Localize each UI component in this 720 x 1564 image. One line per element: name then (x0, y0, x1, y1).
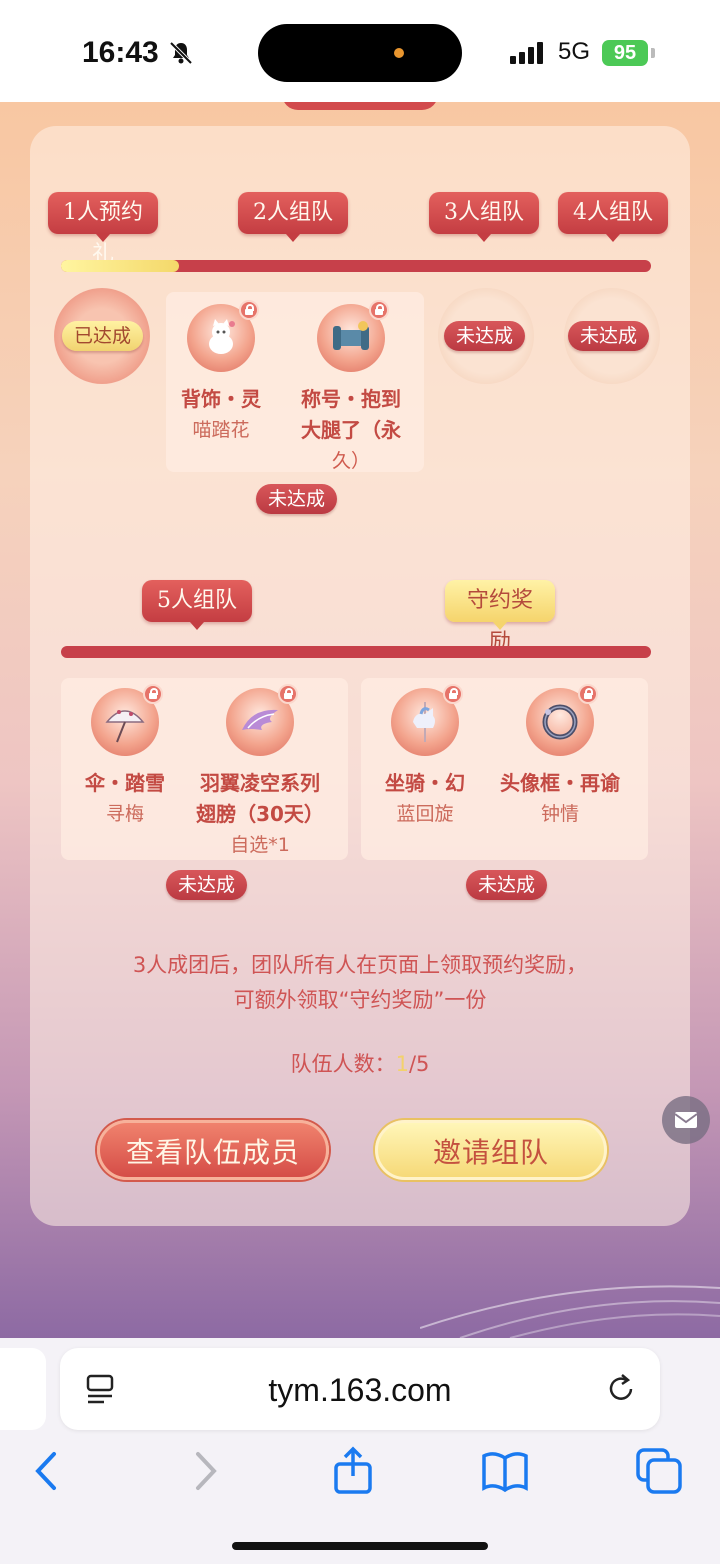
section2-bar (61, 646, 651, 658)
status-badge-5: 未达成 (166, 870, 248, 900)
reward-sub: 寻梅 (105, 803, 144, 825)
status-badge-2: 未达成 (256, 484, 338, 514)
reward-panel-2: 背饰・灵 喵踏花 称号・抱到 大腿了（永 久） (166, 292, 424, 472)
previous-tab[interactable] (0, 1348, 46, 1430)
status-badge-4: 未达成 (568, 321, 650, 351)
info-line-2: 可额外领取“守约奖励”一份 (233, 988, 487, 1012)
team-count-sep: / (408, 1052, 417, 1076)
status-badge-promise: 未达成 (466, 870, 548, 900)
browser-toolbar: tym.163.com (0, 1338, 720, 1564)
lock-icon (443, 684, 463, 704)
lock-icon (143, 684, 163, 704)
top-tab-decoration (282, 102, 438, 110)
lock-icon (278, 684, 298, 704)
team-count-current: 1 (395, 1052, 409, 1076)
reward-name: 坐骑・幻 (385, 771, 465, 795)
carousel-horse-icon (391, 684, 463, 756)
team-count-total: 5 (416, 1052, 430, 1076)
sparkle-decoration-icon (420, 1285, 720, 1338)
status-achieved-badge: 已达成 (62, 321, 144, 351)
medal-3: 未达成 (438, 288, 534, 384)
reward-name: 头像框・再谕 (500, 771, 620, 795)
home-indicator (232, 1542, 488, 1550)
reward-item[interactable]: 头像框・再谕 钟情 (485, 684, 635, 830)
reward-sub: 喵踏花 (192, 419, 250, 441)
status-time: 16:43 (82, 36, 159, 69)
medal-4: 未达成 (564, 288, 660, 384)
bell-muted-icon (169, 41, 193, 65)
info-line-1: 3人成团后，团队所有人在页面上领取预约奖励， (132, 953, 588, 977)
bookmarks-icon[interactable] (480, 1446, 530, 1496)
wings-icon (226, 684, 298, 756)
reward-panel-promise: 坐骑・幻 蓝回旋 头像框・再谕 钟情 (361, 678, 648, 860)
reward-name: 背饰・灵 (181, 387, 261, 411)
view-team-members-button[interactable]: 查看队伍成员 (97, 1120, 329, 1180)
umbrella-icon (91, 684, 163, 756)
cat-pet-icon (187, 300, 259, 372)
lock-icon (239, 300, 259, 320)
camera-indicator-dot (394, 48, 404, 58)
reward-name: 羽翼凌空系列 (200, 771, 320, 795)
medal-1-achieved: 已达成 (54, 288, 150, 384)
reward-panel-5: 伞・踏雪 寻梅 羽翼凌空系列 翅膀（30天） 自选*1 (61, 678, 348, 860)
team-count-label: 队伍人数： (290, 1052, 396, 1076)
promise-reward-tag: 守约奖励 (445, 580, 555, 655)
milestone-tag-5: 5人组队 (142, 580, 252, 630)
envelope-icon (674, 1112, 698, 1128)
share-icon[interactable] (328, 1446, 378, 1496)
reward-item[interactable]: 羽翼凌空系列 翅膀（30天） 自选*1 (185, 684, 335, 861)
battery-indicator: 95 (602, 40, 648, 66)
milestone-progress-bar (61, 260, 651, 272)
address-bar[interactable]: tym.163.com (60, 1348, 660, 1430)
reload-icon[interactable] (604, 1372, 638, 1406)
reward-sub: 蓝回旋 (396, 803, 454, 825)
reward-name: 伞・踏雪 (85, 771, 165, 795)
status-badge-3: 未达成 (444, 321, 526, 351)
reward-item[interactable]: 称号・抱到 大腿了（永 久） (276, 300, 426, 477)
milestone-tag-1: 1人预约礼 (48, 192, 158, 267)
invite-team-button[interactable]: 邀请组队 (375, 1120, 607, 1180)
back-icon[interactable] (24, 1446, 74, 1496)
scroll-title-icon (317, 300, 389, 372)
tabs-icon[interactable] (634, 1446, 684, 1496)
reward-sub: 大腿了（永 (301, 418, 401, 442)
milestone-tag-4: 4人组队 (558, 192, 668, 242)
web-page: 1人预约礼 2人组队 3人组队 4人组队 已达成 未达成 未达成 背饰・灵 喵踏… (0, 102, 720, 1338)
mail-float-button[interactable] (662, 1096, 710, 1144)
reward-name: 称号・抱到 (301, 387, 401, 411)
progress-fill (61, 260, 179, 272)
battery-cap-icon (651, 48, 655, 58)
reward-item[interactable]: 伞・踏雪 寻梅 (50, 684, 200, 830)
reward-item[interactable]: 背饰・灵 喵踏花 (146, 300, 296, 446)
network-type: 5G (558, 38, 591, 65)
reward-item[interactable]: 坐骑・幻 蓝回旋 (350, 684, 500, 830)
forward-icon[interactable] (180, 1446, 230, 1496)
reward-sub: 翅膀（30天） (196, 802, 324, 826)
reward-sub: 钟情 (540, 803, 579, 825)
lock-icon (578, 684, 598, 704)
milestone-tag-2: 2人组队 (238, 192, 348, 242)
url-text: tym.163.com (268, 1372, 452, 1408)
milestone-tag-3: 3人组队 (429, 192, 539, 242)
dynamic-island (258, 24, 462, 82)
reward-sub-2: 久） (331, 450, 370, 472)
team-count: 队伍人数：1/5 (0, 1048, 720, 1078)
lock-icon (369, 300, 389, 320)
status-bar: 16:43 5G 95 (0, 0, 720, 102)
avatar-frame-icon (526, 684, 598, 756)
reward-sub-2: 自选*1 (230, 834, 290, 856)
